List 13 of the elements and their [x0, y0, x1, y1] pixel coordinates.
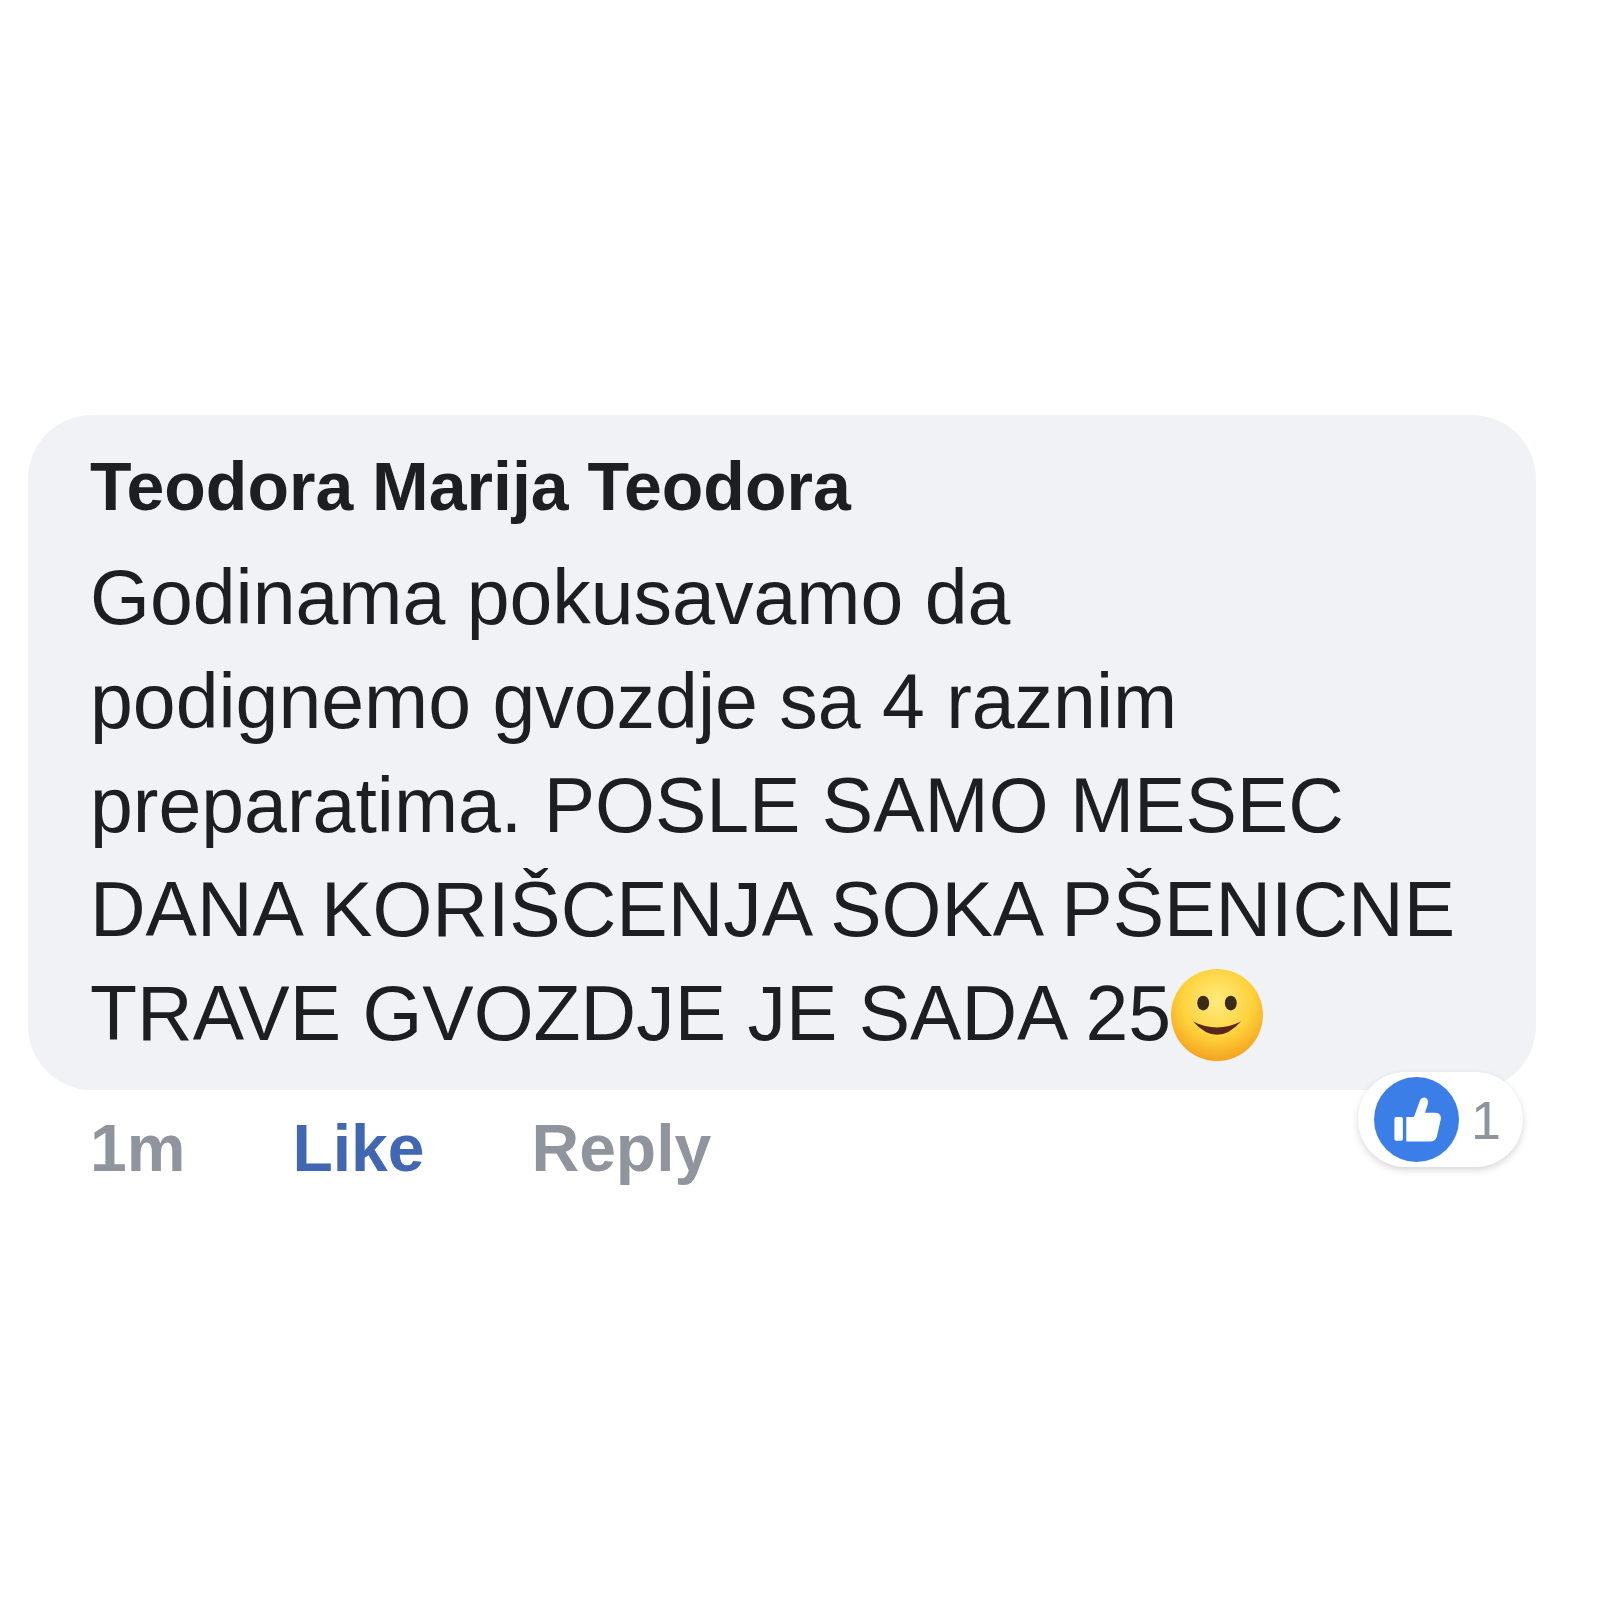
timestamp: 1m: [90, 1110, 186, 1186]
comment-text-line: podignemo gvozdje sa 4 raznim: [90, 657, 1178, 746]
thumbs-up-icon: [1373, 1077, 1459, 1162]
comment-text-line: preparatima. POSLE SAMO MESEC: [90, 761, 1344, 850]
comment-text-line: DANA KORIŠCENJA SOKA PŠENICNE: [90, 865, 1456, 954]
comment-text-line: Godinama pokusavamo da: [90, 553, 1011, 642]
like-link[interactable]: Like: [292, 1110, 425, 1186]
comment-text-line: TRAVE GVOZDJE JE SADA 25: [90, 969, 1172, 1058]
smiley-emoji-icon: [1171, 969, 1264, 1061]
reaction-badge[interactable]: 1: [1357, 1072, 1523, 1167]
reaction-count: 1: [1470, 1089, 1501, 1150]
reply-link[interactable]: Reply: [531, 1110, 712, 1186]
author-name[interactable]: Teodora Marija Teodora: [90, 446, 851, 526]
